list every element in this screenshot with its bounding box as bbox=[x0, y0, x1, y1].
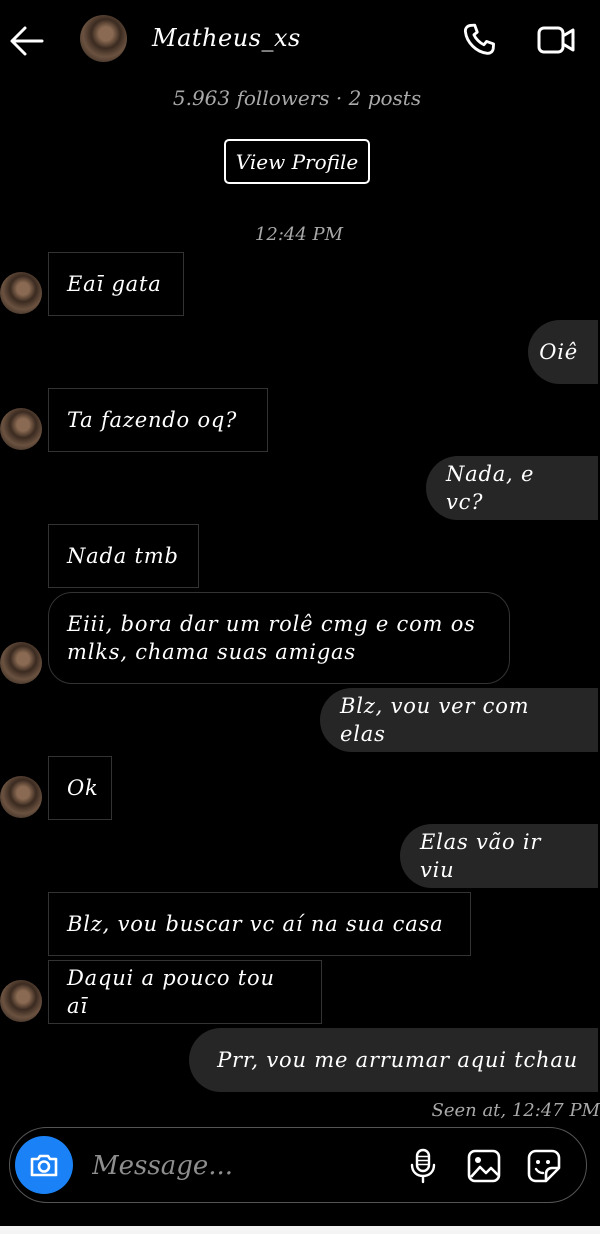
system-nav-bar bbox=[0, 1226, 600, 1234]
message-outgoing[interactable]: Prr, vou me arrumar aqui tchau bbox=[189, 1028, 598, 1092]
message-outgoing[interactable]: Nada, e vc? bbox=[426, 456, 598, 520]
phone-icon bbox=[463, 23, 495, 55]
message-input[interactable] bbox=[90, 1142, 394, 1190]
seen-status: Seen at, 12:47 PM bbox=[431, 1100, 600, 1121]
username[interactable]: Matheus_xs bbox=[152, 24, 301, 52]
message-outgoing[interactable]: Elas vão ir viu bbox=[400, 824, 598, 888]
message-incoming[interactable]: Daqui a pouco tou aī bbox=[48, 960, 322, 1024]
arrow-left-icon bbox=[10, 26, 44, 56]
gallery-button[interactable] bbox=[466, 1148, 502, 1184]
sticker-icon bbox=[527, 1149, 561, 1183]
header-avatar[interactable] bbox=[80, 15, 127, 62]
microphone-icon bbox=[410, 1148, 436, 1184]
message-incoming[interactable]: Eiii, bora dar um rolê cmg e com os mlks… bbox=[48, 592, 510, 684]
camera-icon bbox=[30, 1154, 58, 1177]
message-incoming[interactable]: Blz, vou buscar vc aí na sua casa bbox=[48, 892, 471, 956]
video-camera-icon bbox=[537, 26, 575, 54]
voice-message-button[interactable] bbox=[408, 1148, 438, 1184]
sender-avatar[interactable] bbox=[0, 272, 42, 314]
message-incoming[interactable]: Ok bbox=[48, 756, 112, 820]
sender-avatar[interactable] bbox=[0, 642, 42, 684]
gallery-icon bbox=[467, 1149, 501, 1183]
message-incoming[interactable]: Ta fazendo oq? bbox=[48, 388, 268, 452]
sender-avatar[interactable] bbox=[0, 408, 42, 450]
message-composer bbox=[9, 1127, 587, 1203]
message-outgoing[interactable]: Blz, vou ver com elas bbox=[320, 688, 598, 752]
message-outgoing[interactable]: Oiê bbox=[528, 320, 598, 384]
chat-header: Matheus_xs bbox=[0, 0, 600, 80]
message-incoming[interactable]: Nada tmb bbox=[48, 524, 199, 588]
view-profile-button[interactable]: View Profile bbox=[224, 139, 370, 184]
back-button[interactable] bbox=[8, 22, 46, 60]
sender-avatar[interactable] bbox=[0, 776, 42, 818]
message-incoming[interactable]: Eaī gata bbox=[48, 252, 184, 316]
sender-avatar[interactable] bbox=[0, 980, 42, 1022]
sticker-button[interactable] bbox=[526, 1148, 562, 1184]
profile-stats: 5.963 followers · 2 posts bbox=[172, 86, 422, 110]
camera-button[interactable] bbox=[15, 1136, 73, 1194]
video-call-button[interactable] bbox=[536, 23, 576, 57]
conversation-timestamp: 12:44 PM bbox=[254, 224, 344, 245]
voice-call-button[interactable] bbox=[460, 21, 498, 59]
